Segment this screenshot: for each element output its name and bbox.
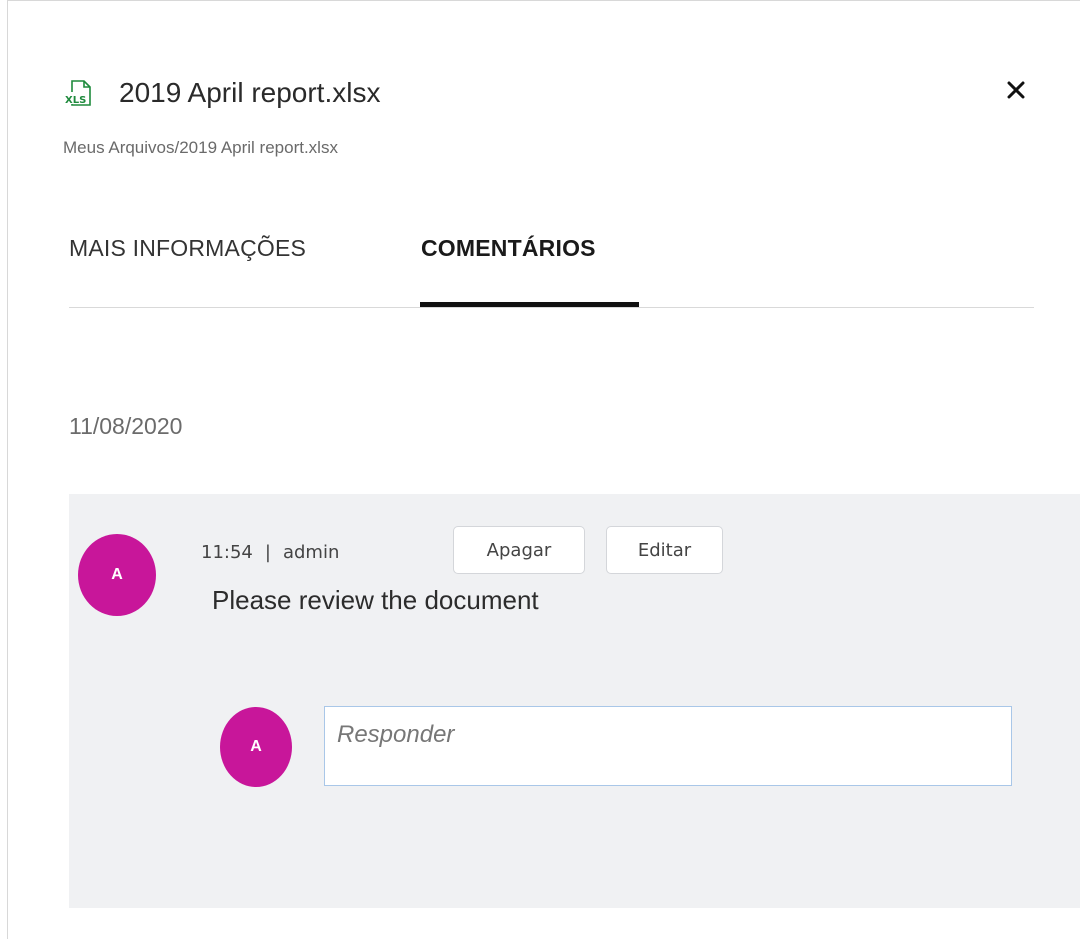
file-title: 2019 April report.xlsx <box>119 77 381 108</box>
file-path: Meus Arquivos/2019 April report.xlsx <box>63 138 338 157</box>
tab-comments[interactable]: COMENTÁRIOS <box>421 235 596 262</box>
comment-date: 11/08/2020 <box>69 413 183 439</box>
comment-text: Please review the document <box>212 585 539 615</box>
comment-meta: 11:54 | admin <box>201 542 339 563</box>
file-header: XLS 2019 April report.xlsx <box>63 73 380 113</box>
active-tab-indicator <box>420 302 639 307</box>
reply-input[interactable]: Responder <box>324 706 1012 786</box>
delete-button[interactable]: Apagar <box>453 526 585 574</box>
file-details-panel: XLS 2019 April report.xlsx Meus Arquivos… <box>7 0 1080 939</box>
edit-button[interactable]: Editar <box>606 526 723 574</box>
reply-placeholder: Responder <box>337 721 455 748</box>
close-button[interactable] <box>1001 77 1031 107</box>
tab-bar: MAIS INFORMAÇÕES COMENTÁRIOS <box>69 227 1034 308</box>
avatar: A <box>78 534 156 616</box>
reply-avatar: A <box>220 707 292 787</box>
comment-thread: A 11:54 | admin Apagar Editar Please rev… <box>69 494 1080 908</box>
close-icon[interactable] <box>1007 81 1025 104</box>
xls-file-icon: XLS <box>63 78 93 108</box>
meta-separator: | <box>264 542 271 563</box>
avatar-initial: A <box>250 738 262 755</box>
tab-more-info[interactable]: MAIS INFORMAÇÕES <box>69 235 306 262</box>
svg-text:XLS: XLS <box>65 95 86 106</box>
avatar-initial: A <box>111 566 123 583</box>
comment-time: 11:54 <box>201 542 253 563</box>
comment-author: admin <box>282 542 340 563</box>
